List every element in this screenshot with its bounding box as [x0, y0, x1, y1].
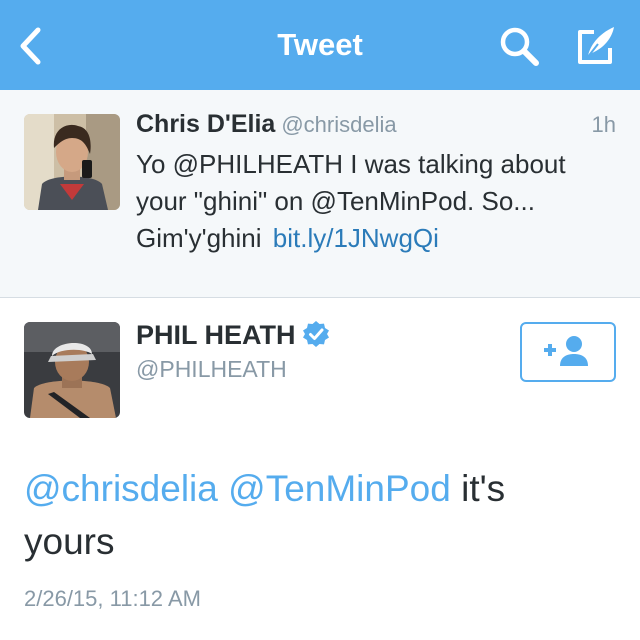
- author-name[interactable]: Chris D'Elia: [136, 110, 275, 138]
- verified-badge-icon: [302, 321, 329, 347]
- compose-icon: [578, 27, 614, 64]
- mention-link[interactable]: @chrisdelia: [24, 468, 218, 509]
- context-tweet-text: Yo @PHILHEATH I was talking about your "…: [136, 146, 616, 257]
- main-tweet-text: @chrisdelia @TenMinPod it's yours: [24, 462, 616, 568]
- tweet-time: 1h: [591, 112, 616, 137]
- page-title: Tweet: [277, 27, 363, 62]
- tweet-text-line: @chrisdelia @TenMinPod it's: [24, 462, 616, 515]
- tweet-text-fragment: Gim'y'ghini: [136, 223, 262, 253]
- main-tweet: PHIL HEATH @PHILHEATH @chrisdelia @TenMi…: [0, 298, 640, 640]
- author-handle[interactable]: @PHILHEATH: [136, 356, 287, 383]
- author-name[interactable]: PHIL HEATH: [136, 320, 296, 350]
- follow-button[interactable]: [520, 322, 616, 382]
- search-button[interactable]: [496, 24, 544, 68]
- mention-link[interactable]: @TenMinPod: [228, 468, 451, 509]
- tweet-text-line: your "ghini" on @TenMinPod. So...: [136, 186, 535, 216]
- add-user-icon: [544, 336, 588, 366]
- avatar[interactable]: [24, 114, 120, 210]
- tweet-timestamp: 2/26/15, 11:12 AM: [24, 586, 201, 611]
- context-tweet[interactable]: Chris D'Elia @chrisdelia 1h Yo @PHILHEATH…: [0, 90, 640, 298]
- tweet-text-fragment: it's: [461, 468, 506, 509]
- compose-button[interactable]: [572, 22, 620, 68]
- tweet-link[interactable]: bit.ly/1JNwgQi: [273, 223, 439, 253]
- chevron-left-icon: [20, 27, 41, 65]
- tweet-text-line: Gim'y'ghini bit.ly/1JNwgQi: [136, 220, 616, 257]
- avatar[interactable]: [24, 322, 120, 418]
- tweet-text-line: Yo @PHILHEATH I was talking about: [136, 149, 566, 179]
- author-name-row: PHIL HEATH: [136, 320, 330, 351]
- author-handle[interactable]: @chrisdelia: [281, 112, 396, 137]
- nav-bar: Tweet: [0, 0, 640, 90]
- tweet-text-line: yours: [24, 521, 115, 562]
- search-icon: [500, 27, 539, 66]
- context-tweet-header: Chris D'Elia @chrisdelia 1h: [136, 110, 616, 142]
- back-button[interactable]: [14, 24, 50, 68]
